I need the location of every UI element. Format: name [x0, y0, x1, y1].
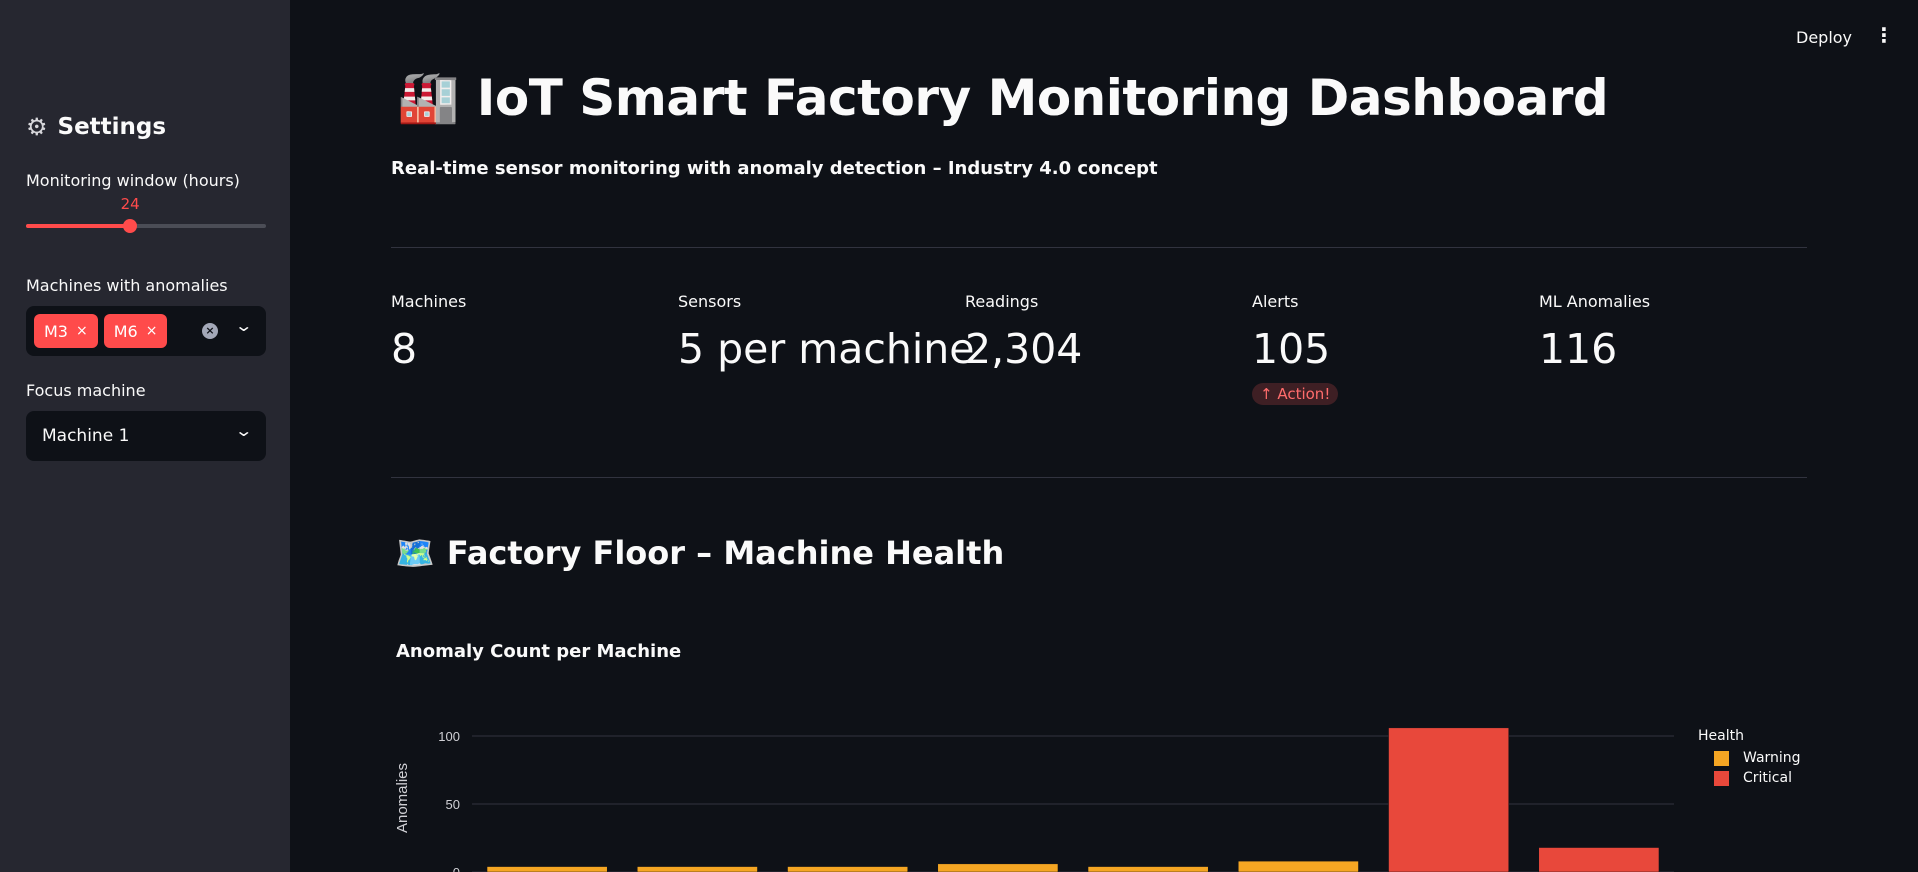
metric-label: Machines: [391, 292, 467, 311]
slider-value: 24: [120, 195, 140, 213]
legend-item-warning[interactable]: Warning: [1714, 750, 1801, 766]
divider: [391, 247, 1807, 248]
machines-with-anomalies-label: Machines with anomalies: [26, 276, 228, 295]
legend-swatch: [1714, 750, 1729, 766]
section-title-text: Factory Floor – Machine Health: [446, 534, 1005, 572]
metric-value: 2,304: [965, 325, 1083, 373]
chevron-down-icon[interactable]: ⌄: [234, 421, 253, 440]
more-menu-icon[interactable]: ⋮: [1874, 25, 1894, 45]
metric-readings: Readings 2,304: [965, 292, 1082, 373]
deploy-button[interactable]: Deploy: [1796, 28, 1852, 47]
bar: [787, 866, 908, 872]
y-tick-label: 50: [446, 797, 460, 812]
sidebar-heading: ⚙ Settings: [26, 113, 166, 141]
legend-label: Critical: [1743, 770, 1792, 786]
slider-fill: [26, 224, 131, 228]
bar: [1538, 847, 1660, 872]
clear-all-icon[interactable]: ×: [202, 323, 218, 339]
tag-m3[interactable]: M3 ×: [34, 314, 98, 348]
y-axis-label: Anomalies: [394, 763, 411, 833]
legend-item-critical[interactable]: Critical: [1714, 770, 1801, 786]
chart-legend: Health Warning Critical: [1698, 728, 1801, 790]
tag-remove-icon[interactable]: ×: [146, 323, 158, 339]
metric-sensors: Sensors 5 per machine: [678, 292, 974, 373]
metric-value: 116: [1539, 325, 1618, 373]
legend-swatch: [1714, 770, 1729, 786]
slider-thumb[interactable]: [123, 219, 138, 233]
bar: [1238, 860, 1359, 872]
bar: [937, 863, 1059, 872]
y-tick-label: 100: [438, 729, 460, 744]
metric-alerts: Alerts 105 ↑ Action!: [1252, 292, 1339, 405]
sidebar-heading-label: Settings: [57, 114, 167, 140]
metric-value: 8: [391, 325, 418, 373]
tag-label: M6: [113, 321, 138, 341]
page-subtitle: Real-time sensor monitoring with anomaly…: [391, 158, 1158, 179]
focus-machine-label: Focus machine: [26, 381, 146, 400]
divider: [391, 477, 1807, 478]
page-title-text: IoT Smart Factory Monitoring Dashboard: [476, 68, 1609, 127]
bar: [1388, 727, 1509, 872]
factory-icon: 🏭: [397, 68, 459, 126]
chart-title: Anomaly Count per Machine: [396, 641, 682, 662]
monitoring-window-label: Monitoring window (hours): [26, 171, 240, 190]
alert-delta-badge: ↑ Action!: [1252, 383, 1339, 405]
legend-label: Warning: [1743, 750, 1801, 766]
y-tick-label: 0: [453, 865, 460, 872]
tag-m6[interactable]: M6 ×: [103, 314, 168, 348]
anomaly-bar-chart: 0 50 100 Anomalies: [394, 727, 1674, 872]
metric-label: Sensors: [678, 292, 742, 311]
focus-machine-select[interactable]: Machine 1 ⌄: [26, 411, 266, 461]
section-title: 🗺️ Factory Floor – Machine Health: [395, 534, 1004, 572]
metric-ml-anomalies: ML Anomalies 116: [1539, 292, 1650, 373]
metric-value: 5 per machine: [678, 325, 975, 373]
focus-machine-value: Machine 1: [42, 426, 130, 446]
metric-label: Alerts: [1252, 292, 1299, 311]
metric-label: Readings: [965, 292, 1039, 311]
tag-remove-icon[interactable]: ×: [76, 323, 88, 339]
legend-title: Health: [1698, 728, 1744, 744]
chevron-down-icon[interactable]: ⌄: [234, 316, 253, 335]
bar: [637, 866, 758, 872]
bar: [486, 866, 608, 872]
monitoring-window-slider[interactable]: 24: [26, 195, 266, 233]
bar: [1087, 866, 1209, 872]
page-title: 🏭 IoT Smart Factory Monitoring Dashboard: [397, 68, 1609, 127]
metric-machines: Machines 8: [391, 292, 466, 373]
sidebar: ⚙ Settings Monitoring window (hours) 24 …: [0, 0, 290, 872]
metric-label: ML Anomalies: [1539, 292, 1651, 311]
map-icon: 🗺️: [395, 534, 435, 572]
metric-value: 105: [1252, 325, 1331, 373]
gear-icon: ⚙: [26, 113, 48, 141]
machines-multiselect[interactable]: M3 × M6 × × ⌄: [26, 306, 266, 356]
tag-label: M3: [44, 321, 68, 341]
